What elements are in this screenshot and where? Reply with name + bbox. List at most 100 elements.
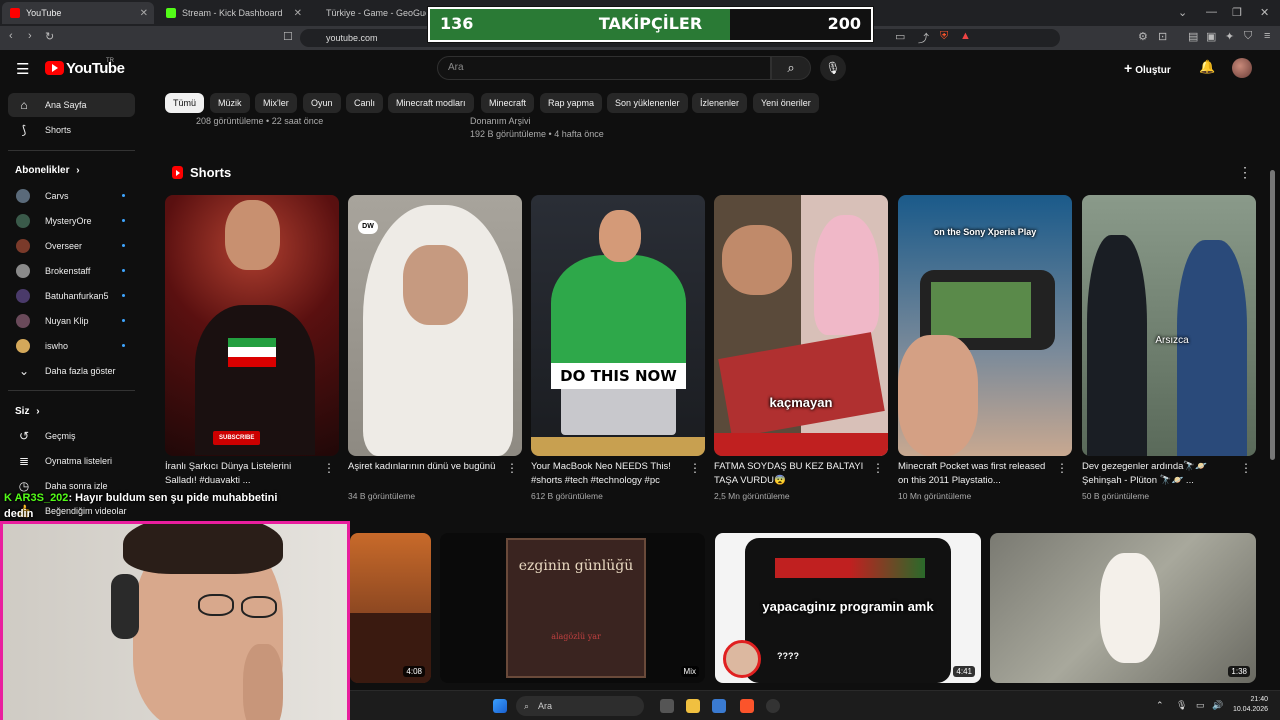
duration-badge: 4:08 <box>403 666 425 677</box>
more-vert-icon[interactable]: ⋮ <box>1238 164 1252 181</box>
cast-icon[interactable]: ▭ <box>895 30 905 43</box>
filter-chip[interactable]: Rap yapma <box>540 93 603 113</box>
forward-icon[interactable]: › <box>28 30 32 42</box>
wallet-icon[interactable]: ▣ <box>1206 30 1216 43</box>
short-title[interactable]: FATMA SOYDAŞ BU KEZ BALTAYI TAŞA VURDU😨 <box>714 460 869 488</box>
file-explorer-icon[interactable] <box>686 699 700 713</box>
short-title[interactable]: Your MacBook Neo NEEDS This! #shorts #te… <box>531 460 686 488</box>
sidebar-item-channel[interactable]: Overseer <box>8 234 135 258</box>
sidebar: ⌂ Ana Sayfa ⟆ Shorts Abonelikler › Carvs… <box>0 88 145 528</box>
short-title[interactable]: Aşiret kadınlarının dünü ve bugünü <box>348 460 503 474</box>
scrollbar[interactable] <box>1268 90 1276 460</box>
filter-chip[interactable]: Müzik <box>210 93 250 113</box>
short-views: 50 B görüntüleme <box>1082 491 1150 501</box>
short-thumbnail[interactable]: on the Sony Xperia Play <box>898 195 1072 456</box>
store-icon[interactable] <box>712 699 726 713</box>
share-icon[interactable]: ⤴ <box>918 30 929 46</box>
sidebar-item-channel[interactable]: MysteryOre <box>8 209 135 233</box>
rewards-icon[interactable]: ▲ <box>960 30 971 42</box>
voice-search-button[interactable]: 🎙 <box>820 55 846 81</box>
tab-kick-dashboard[interactable]: Stream - Kick Dashboard ✕ <box>158 2 308 24</box>
bookmark-icon[interactable]: ☐ <box>283 30 293 43</box>
tab-geoguessr[interactable]: Türkiye - Game - GeoGuessr <box>312 2 426 24</box>
scrollbar-thumb[interactable] <box>1270 170 1275 460</box>
you-heading[interactable]: Siz › <box>15 406 40 417</box>
sidebar-item-playlists[interactable]: ≣ Oynatma listeleri <box>8 449 135 473</box>
filter-chip[interactable]: İzlenenler <box>692 93 748 113</box>
volume-icon[interactable]: 🔊 <box>1212 700 1223 711</box>
notifications-bell-icon[interactable]: 🔔 <box>1199 59 1215 75</box>
search-button[interactable]: ⌕ <box>771 56 811 80</box>
subscriptions-heading[interactable]: Abonelikler › <box>15 165 80 176</box>
video-thumbnail[interactable]: 1:38 <box>990 533 1256 683</box>
avatar[interactable] <box>1232 58 1252 78</box>
close-icon[interactable]: ✕ <box>294 8 302 19</box>
window-close-icon[interactable]: ✕ <box>1260 6 1269 19</box>
sidebar-item-channel[interactable]: Batuhanfurkan5 <box>8 284 135 308</box>
filter-chip[interactable]: Oyun <box>303 93 341 113</box>
short-title[interactable]: Minecraft Pocket was first released on t… <box>898 460 1053 488</box>
more-vert-icon[interactable]: ⋮ <box>323 461 335 475</box>
app-icon[interactable] <box>766 699 780 713</box>
sidebar-item-channel[interactable]: Carvs <box>8 184 135 208</box>
filter-chip[interactable]: Canlı <box>346 93 384 113</box>
youtube-logo-icon[interactable] <box>45 61 64 75</box>
channel-name[interactable]: Donanım Arşivi <box>470 116 531 126</box>
more-vert-icon[interactable]: ⋮ <box>1056 461 1068 475</box>
more-vert-icon[interactable]: ⋮ <box>872 461 884 475</box>
close-icon[interactable]: ✕ <box>140 8 148 19</box>
hamburger-menu-icon[interactable]: ☰ <box>16 60 29 78</box>
search-input[interactable]: Ara <box>437 56 771 80</box>
network-icon[interactable]: ▭ <box>1196 700 1205 711</box>
taskbar-clock[interactable]: 21:40 10.04.2026 <box>1233 695 1268 715</box>
short-thumbnail[interactable]: SUBSCRIBE <box>165 195 339 456</box>
filter-chip[interactable]: Son yüklenenler <box>607 93 688 113</box>
screenshot-icon[interactable]: ⊡ <box>1158 30 1167 43</box>
filter-chip[interactable]: Yeni öneriler <box>753 93 819 113</box>
taskbar-search[interactable]: ⌕ Ara <box>516 696 644 716</box>
windows-start-icon[interactable] <box>493 699 507 713</box>
more-vert-icon[interactable]: ⋮ <box>689 461 701 475</box>
video-thumbnail[interactable]: yapacaginız programin amk ???? 4:41 <box>715 533 981 683</box>
brave-shield-icon[interactable]: ⛨ <box>940 30 948 43</box>
filter-chip[interactable]: Minecraft <box>481 93 535 113</box>
more-vert-icon[interactable]: ⋮ <box>506 461 518 475</box>
sidebar-item-show-more[interactable]: ⌄ Daha fazla göster <box>8 359 135 383</box>
sidebar-item-home[interactable]: ⌂ Ana Sayfa <box>8 93 135 117</box>
short-thumbnail[interactable]: DO THIS NOW <box>531 195 705 456</box>
filter-chip[interactable]: Tümü <box>165 93 205 113</box>
vpn-icon[interactable]: ⛉ <box>1244 30 1252 43</box>
sidebar-item-channel[interactable]: Brokenstaff <box>8 259 135 283</box>
video-thumbnail[interactable]: 4:08 <box>350 533 431 683</box>
sidebar-item-shorts[interactable]: ⟆ Shorts <box>8 118 135 142</box>
short-thumbnail[interactable]: DW <box>348 195 522 456</box>
short-title[interactable]: İranlı Şarkıcı Dünya Listelerini Salladı… <box>165 460 320 488</box>
sidebar-item-channel[interactable]: Nuyan Klip <box>8 309 135 333</box>
more-vert-icon[interactable]: ⋮ <box>1240 461 1252 475</box>
sidebar-item-channel[interactable]: iswho <box>8 334 135 358</box>
reload-icon[interactable]: ↻ <box>45 30 54 43</box>
task-view-icon[interactable] <box>660 699 674 713</box>
maximize-icon[interactable]: ❐ <box>1232 6 1242 19</box>
mic-tray-icon[interactable]: 🎙 <box>1176 700 1187 711</box>
youtube-logo-text[interactable]: YouTube <box>66 60 125 77</box>
tray-expand-icon[interactable]: ⌃ <box>1156 700 1164 711</box>
tab-youtube[interactable]: YouTube ✕ <box>2 2 154 24</box>
short-thumbnail[interactable]: Arsızca <box>1082 195 1256 456</box>
short-title[interactable]: Dev gezegenler ardında🔭🪐 Şehinşah - Plüt… <box>1082 460 1237 488</box>
brave-icon[interactable] <box>740 699 754 713</box>
back-icon[interactable]: ‹ <box>9 30 13 42</box>
sidebar-item-history[interactable]: ↺ Geçmiş <box>8 424 135 448</box>
short-thumbnail[interactable]: kaçmayan <box>714 195 888 456</box>
sidebar-item-label: Daha fazla göster <box>45 366 116 376</box>
video-thumbnail[interactable]: ezginin günlüğü alagözlü yar Mix <box>440 533 705 683</box>
filter-chip[interactable]: Mix'ler <box>255 93 297 113</box>
create-button[interactable]: + Oluştur <box>1124 57 1171 79</box>
filter-chip[interactable]: Minecraft modları <box>388 93 474 113</box>
sidebar-toggle-icon[interactable]: ▤ <box>1188 30 1198 43</box>
menu-icon[interactable]: ≡ <box>1264 30 1270 42</box>
leo-icon[interactable]: ✦ <box>1225 30 1234 43</box>
tab-list-icon[interactable]: ⌄ <box>1178 6 1187 19</box>
extensions-icon[interactable]: ⚙ <box>1138 30 1148 43</box>
minimize-icon[interactable]: — <box>1206 6 1217 18</box>
